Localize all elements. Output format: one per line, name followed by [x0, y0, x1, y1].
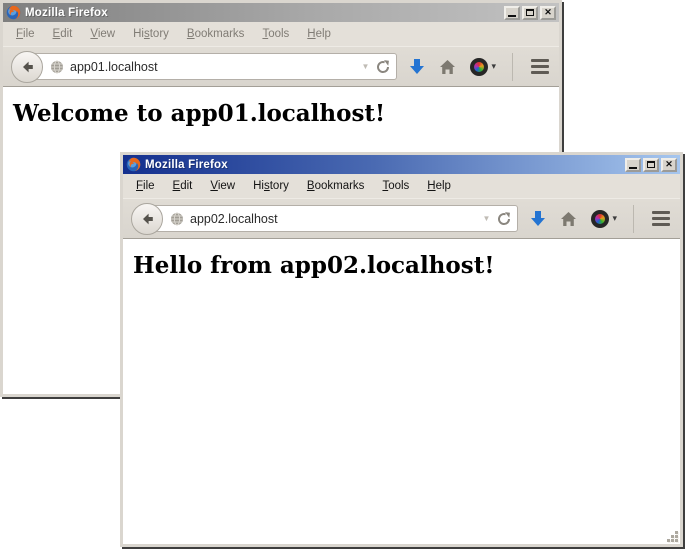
menu-item-edit[interactable]: Edit: [164, 177, 202, 195]
menu-item-bookmarks[interactable]: Bookmarks: [178, 25, 254, 43]
extension-button[interactable]: ▾: [470, 58, 496, 76]
toolbar-buttons: ▾: [530, 205, 672, 233]
navigation-toolbar: app02.localhost ▼ ▾: [123, 198, 680, 239]
home-button[interactable]: [560, 211, 577, 227]
urlbar-controls: ▼: [483, 212, 512, 226]
home-icon: [439, 59, 456, 75]
window-controls: ✕: [625, 158, 677, 172]
urlbar-controls: ▼: [362, 60, 391, 74]
reload-icon[interactable]: [497, 212, 511, 226]
minimize-icon: [629, 167, 637, 169]
menu-button[interactable]: [650, 209, 672, 228]
titlebar[interactable]: Mozilla Firefox ✕: [123, 155, 680, 174]
menu-item-history[interactable]: History: [244, 177, 298, 195]
window-title: Mozilla Firefox: [145, 159, 228, 171]
window-title: Mozilla Firefox: [25, 7, 108, 19]
color-wheel-icon: [470, 58, 488, 76]
desktop: { "window1": { "title": "Mozilla Firefox…: [0, 0, 688, 551]
maximize-button[interactable]: [643, 158, 659, 172]
back-arrow-icon: [19, 59, 35, 75]
back-button[interactable]: [11, 51, 43, 83]
page-heading: Welcome to app01.localhost!: [13, 100, 549, 127]
toolbar-separator: [512, 53, 513, 81]
titlebar[interactable]: Mozilla Firefox ✕: [3, 3, 559, 22]
menu-button[interactable]: [529, 57, 551, 76]
menu-bar: FileEditViewHistoryBookmarksToolsHelp: [3, 22, 559, 46]
urlbar-dropdown-icon[interactable]: ▼: [362, 63, 370, 71]
window-controls: ✕: [504, 6, 556, 20]
url-text[interactable]: app02.localhost: [190, 212, 278, 226]
toolbar-separator: [633, 205, 634, 233]
globe-icon: [170, 212, 184, 226]
urlbar-dropdown-icon[interactable]: ▼: [483, 215, 491, 223]
globe-icon: [50, 60, 64, 74]
menu-item-edit[interactable]: Edit: [44, 25, 82, 43]
toolbar-buttons: ▾: [409, 53, 551, 81]
color-wheel-icon: [591, 210, 609, 228]
minimize-icon: [508, 15, 516, 17]
download-arrow-icon: [530, 210, 546, 227]
page-content: Hello from app02.localhost!: [123, 239, 680, 544]
navigation-toolbar: app01.localhost ▼ ▾: [3, 46, 559, 87]
hamburger-menu-icon: [531, 59, 549, 62]
reload-icon[interactable]: [376, 60, 390, 74]
download-button[interactable]: [530, 210, 546, 227]
menu-item-file[interactable]: File: [127, 177, 164, 195]
menu-item-view[interactable]: View: [201, 177, 244, 195]
menu-item-file[interactable]: File: [7, 25, 44, 43]
url-bar[interactable]: app01.localhost ▼: [27, 53, 397, 80]
hamburger-menu-icon: [652, 211, 670, 214]
extension-caret-icon: ▾: [491, 62, 496, 71]
home-button[interactable]: [439, 59, 456, 75]
maximize-icon: [647, 161, 655, 168]
maximize-button[interactable]: [522, 6, 538, 20]
menu-item-help[interactable]: Help: [418, 177, 460, 195]
firefox-logo-icon: [6, 5, 21, 20]
menu-bar: FileEditViewHistoryBookmarksToolsHelp: [123, 174, 680, 198]
menu-item-tools[interactable]: Tools: [373, 177, 418, 195]
resize-grip[interactable]: [664, 528, 678, 542]
url-bar[interactable]: app02.localhost ▼: [147, 205, 518, 232]
url-text[interactable]: app01.localhost: [70, 60, 158, 74]
close-icon: ✕: [544, 8, 552, 17]
close-button[interactable]: ✕: [540, 6, 556, 20]
extension-caret-icon: ▾: [612, 214, 617, 223]
firefox-logo-icon: [126, 157, 141, 172]
close-button[interactable]: ✕: [661, 158, 677, 172]
maximize-icon: [526, 9, 534, 16]
minimize-button[interactable]: [625, 158, 641, 172]
menu-item-bookmarks[interactable]: Bookmarks: [298, 177, 374, 195]
close-icon: ✕: [665, 160, 673, 169]
home-icon: [560, 211, 577, 227]
back-arrow-icon: [139, 211, 155, 227]
menu-item-help[interactable]: Help: [298, 25, 340, 43]
menu-item-tools[interactable]: Tools: [253, 25, 298, 43]
firefox-window-app02: Mozilla Firefox ✕ FileEditViewHistoryBoo…: [120, 152, 683, 547]
menu-item-view[interactable]: View: [81, 25, 124, 43]
download-button[interactable]: [409, 58, 425, 75]
minimize-button[interactable]: [504, 6, 520, 20]
back-button[interactable]: [131, 203, 163, 235]
menu-item-history[interactable]: History: [124, 25, 178, 43]
download-arrow-icon: [409, 58, 425, 75]
page-heading: Hello from app02.localhost!: [133, 252, 670, 279]
extension-button[interactable]: ▾: [591, 210, 617, 228]
